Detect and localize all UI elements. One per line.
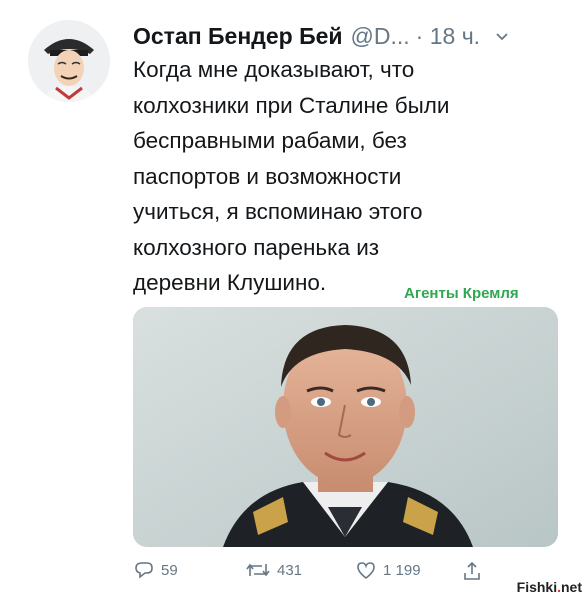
tweet-text: Когда мне доказывают, что колхозники при… — [133, 52, 553, 301]
reply-icon — [135, 562, 153, 579]
avatar-illustration — [28, 20, 110, 102]
site-watermark: Fishki.net — [517, 579, 582, 595]
tweet-actions: 59 431 1 199 — [133, 560, 553, 590]
author-name[interactable]: Остап Бендер Бей — [133, 23, 343, 50]
tweet-text-line: паспортов и возможности — [133, 163, 402, 189]
tweet-text-line: Когда мне доказывают, что — [133, 57, 415, 82]
reply-count: 59 — [161, 561, 178, 579]
reply-button[interactable]: 59 — [133, 560, 178, 580]
site-watermark-prefix: Fishki — [516, 579, 558, 595]
tweet-text-line: колхозники при Сталине были — [133, 92, 450, 118]
like-button[interactable]: 1 199 — [355, 560, 421, 580]
retweet-icon — [246, 563, 270, 577]
portrait-image — [133, 307, 558, 547]
share-button[interactable] — [461, 560, 489, 582]
tweet-header: Остап Бендер Бей @D... · 18 ч. — [133, 18, 573, 54]
tweet-text-line: колхозного паренька из — [133, 234, 380, 260]
like-count: 1 199 — [383, 561, 421, 579]
retweet-count: 431 — [277, 561, 303, 579]
author-handle[interactable]: @D... — [351, 23, 410, 50]
retweet-button[interactable]: 431 — [245, 560, 302, 580]
watermark-text: Агенты Кремля — [404, 285, 519, 302]
tweet-time[interactable]: · 18 ч. — [416, 23, 480, 50]
tweet-text-line: бесправными рабами, без — [133, 128, 407, 153]
share-icon — [464, 561, 480, 580]
author-avatar[interactable] — [28, 20, 110, 102]
tweet-photo[interactable] — [133, 307, 558, 547]
heart-icon — [357, 562, 375, 580]
tweet-text-line: учиться, я вспоминаю этого — [133, 199, 423, 224]
site-watermark-suffix: net — [561, 579, 582, 595]
chevron-down-icon[interactable] — [494, 28, 510, 44]
